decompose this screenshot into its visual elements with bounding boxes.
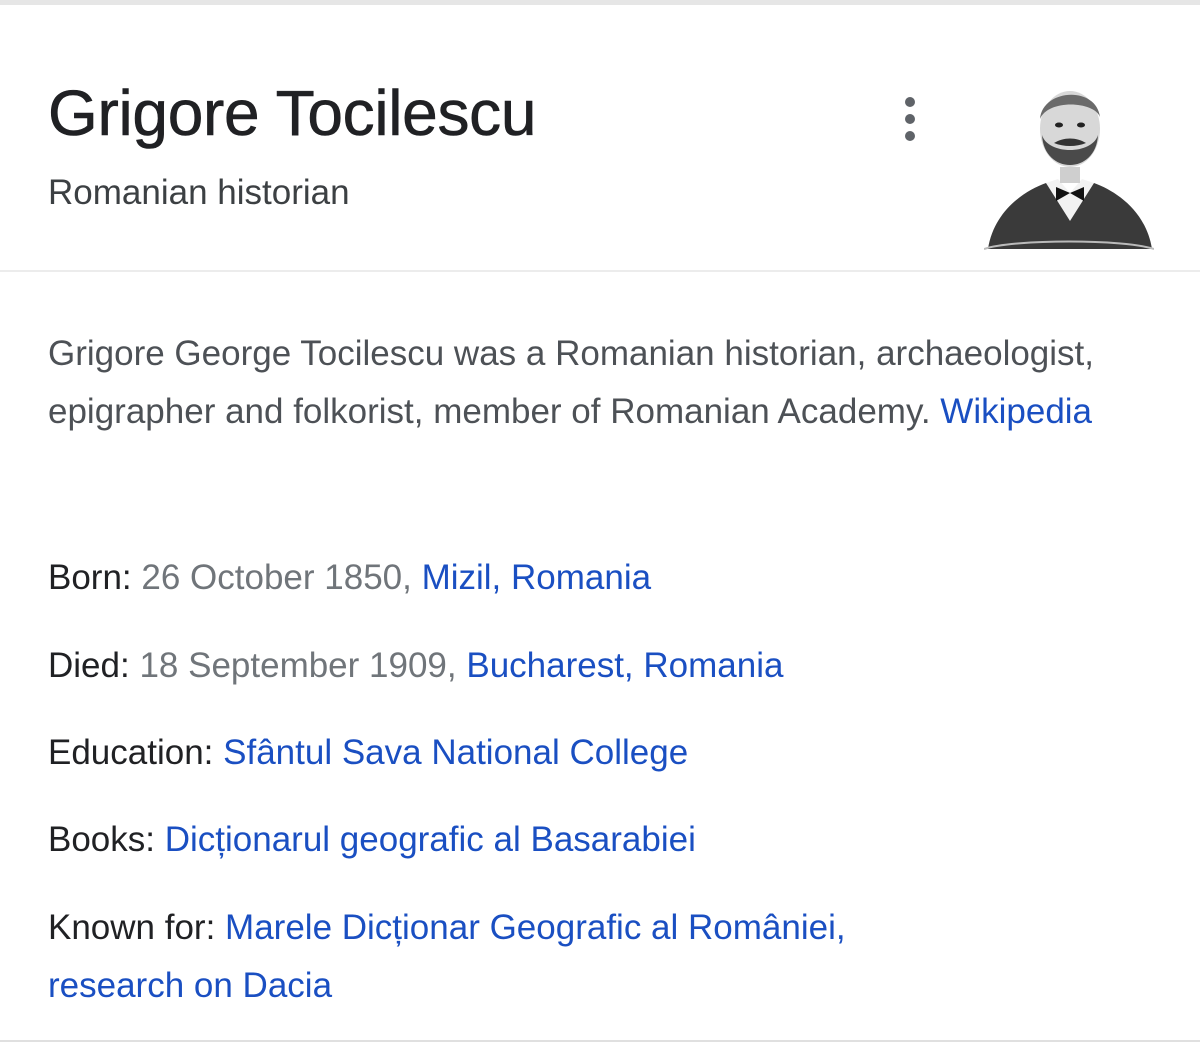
fact-books: Books: Dicționarul geografic al Basarabi… <box>48 811 1158 869</box>
fact-died: Died: 18 September 1909, Bucharest, Roma… <box>48 637 1158 695</box>
fact-born-date: 26 October 1850, <box>131 558 422 597</box>
fact-known-for-link-2[interactable]: research on Dacia <box>48 966 332 1005</box>
fact-born: Born: 26 October 1850, Mizil, Romania <box>48 549 1158 607</box>
fact-known-for-separator: , <box>835 908 846 947</box>
fact-education: Education: Sfântul Sava National College <box>48 724 1158 782</box>
more-options-button[interactable] <box>888 93 932 145</box>
fact-books-link[interactable]: Dicționarul geografic al Basarabiei <box>165 820 696 859</box>
wikipedia-link[interactable]: Wikipedia <box>940 392 1092 431</box>
fact-died-label: Died: <box>48 646 130 685</box>
fact-known-for-label: Known for: <box>48 908 216 947</box>
fact-known-for-link-1[interactable]: Marele Dicționar Geografic al României <box>225 908 836 947</box>
portrait-thumbnail[interactable] <box>983 71 1155 251</box>
fact-died-place-link[interactable]: Bucharest, Romania <box>466 646 783 685</box>
fact-born-place-link[interactable]: Mizil, Romania <box>422 558 652 597</box>
knowledge-panel: Grigore Tocilescu Romanian historian Gri… <box>0 0 1200 1062</box>
fact-born-label: Born: <box>48 558 132 597</box>
fact-books-label: Books: <box>48 820 155 859</box>
fact-education-link[interactable]: Sfântul Sava National College <box>223 733 688 772</box>
bottom-divider <box>0 1040 1200 1042</box>
portrait-image <box>983 91 1155 250</box>
fact-died-date: 18 September 1909, <box>129 646 467 685</box>
entity-subtitle: Romanian historian <box>48 173 350 212</box>
entity-description: Grigore George Tocilescu was a Romanian … <box>48 325 1158 441</box>
description-text: Grigore George Tocilescu was a Romanian … <box>48 334 1095 431</box>
fact-known-for: Known for: Marele Dicționar Geografic al… <box>48 899 1158 1015</box>
fact-education-label: Education: <box>48 733 214 772</box>
panel-header: Grigore Tocilescu Romanian historian <box>0 5 1200 272</box>
entity-title: Grigore Tocilescu <box>48 77 537 150</box>
